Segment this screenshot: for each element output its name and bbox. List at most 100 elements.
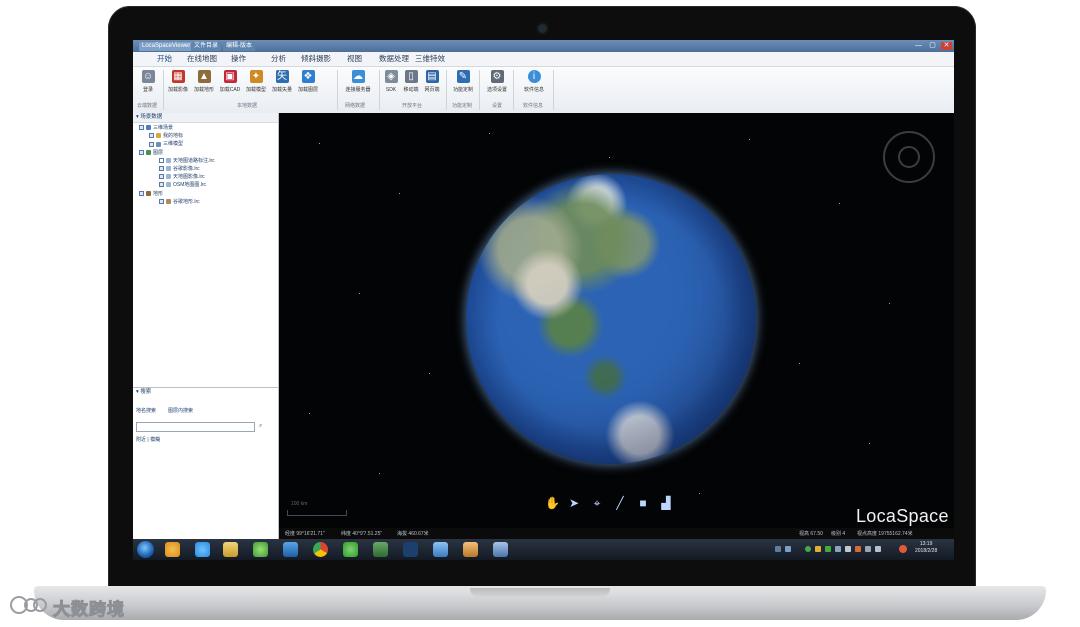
login-button[interactable]: ☺ 登录 xyxy=(136,70,160,94)
tab-layer-search[interactable]: 图层内搜索 xyxy=(168,407,193,414)
customize-label: 功能定制 xyxy=(452,87,473,93)
mobile-button[interactable]: ▯ 移动端 xyxy=(401,70,421,94)
search-input[interactable] xyxy=(136,422,255,432)
software-info-button[interactable]: i 软件信息 xyxy=(522,70,546,94)
navigation-compass-icon[interactable] xyxy=(883,131,935,183)
app-launcher-icon[interactable] xyxy=(165,542,180,557)
taskbar-clock[interactable]: 13:19 2018/2/28 xyxy=(915,541,937,555)
login-label: 登录 xyxy=(142,87,153,93)
vector-icon: 矢 xyxy=(275,70,289,83)
web-button[interactable]: ▤ 网页端 xyxy=(422,70,442,94)
tree-item[interactable]: 我的地标 xyxy=(133,132,278,140)
close-button[interactable]: ✕ xyxy=(941,42,952,50)
placemark-icon[interactable]: ⌖ xyxy=(590,496,604,510)
window-tab[interactable]: 文件目录 xyxy=(191,42,222,51)
menu-analysis[interactable]: 分析 xyxy=(271,54,286,64)
mobile-label: 移动端 xyxy=(403,87,419,93)
tree-item[interactable]: 图层 xyxy=(133,149,278,157)
tree-item[interactable]: 地形 xyxy=(133,190,278,198)
checkbox[interactable] xyxy=(139,149,144,155)
load-model-button[interactable]: ✦ 加载模型 xyxy=(244,70,268,94)
tab-place-search[interactable]: 地名搜索 xyxy=(136,407,156,414)
paint-icon[interactable] xyxy=(463,542,478,557)
settings-app-icon[interactable] xyxy=(493,542,508,557)
checkbox[interactable] xyxy=(159,198,164,204)
polygon-icon[interactable]: ■ xyxy=(636,496,650,510)
maximize-button[interactable]: ▢ xyxy=(927,42,938,50)
panel-title: ▾ 场景数据 xyxy=(133,113,278,123)
globe-viewport[interactable]: ✋ ➤ ⌖ ╱ ■ ▟ 100 km LocaSpace xyxy=(279,113,954,539)
tray-icon[interactable] xyxy=(785,546,791,552)
checkbox[interactable] xyxy=(149,133,154,139)
tray-icon[interactable] xyxy=(825,546,831,552)
tray-icon[interactable] xyxy=(775,546,781,552)
tray-icon[interactable] xyxy=(855,546,861,552)
image-viewer-icon[interactable] xyxy=(433,542,448,557)
checkbox[interactable] xyxy=(159,166,164,172)
terrain-file-icon xyxy=(166,198,171,204)
checkbox[interactable] xyxy=(149,141,154,147)
connect-server-button[interactable]: ☁ 连接服务器 xyxy=(343,70,373,94)
360-security-icon[interactable] xyxy=(253,542,268,557)
menu-oblique[interactable]: 倾斜摄影 xyxy=(301,54,331,64)
checkbox[interactable] xyxy=(159,157,164,163)
menu-operate[interactable]: 操作 xyxy=(231,54,246,64)
pointer-icon[interactable]: ➤ xyxy=(567,496,581,510)
minimize-button[interactable]: — xyxy=(913,42,924,50)
tree-item[interactable]: 天地图影像.lrc xyxy=(133,173,278,181)
load-imagery-button[interactable]: ▦ 加载影像 xyxy=(166,70,190,94)
customize-button[interactable]: ✎ 功能定制 xyxy=(451,70,475,94)
placemark-folder-icon xyxy=(156,133,161,139)
menu-start[interactable]: 开始 xyxy=(157,54,172,64)
window-tab[interactable]: LocaSpaceViewer xyxy=(139,42,194,51)
tray-icon[interactable] xyxy=(835,546,841,552)
checkbox[interactable] xyxy=(139,125,144,131)
tree-item[interactable]: 谷歌地形.lrc xyxy=(133,198,278,206)
load-vector-button[interactable]: 矢 加载矢量 xyxy=(270,70,294,94)
scene-data-panel: ▾ 场景数据 三维场景 我的地标 三维模型 图层 天地图道路标注.lrc 谷歌影… xyxy=(133,113,279,539)
map-app-icon[interactable] xyxy=(373,542,388,557)
notification-icon[interactable] xyxy=(899,545,907,553)
load-terrain-button[interactable]: ▲ 加载地形 xyxy=(192,70,216,94)
tray-icon[interactable] xyxy=(845,546,851,552)
laptop-notch xyxy=(470,588,610,598)
windows-start-icon[interactable] xyxy=(137,541,154,558)
menu-online-map[interactable]: 在线地图 xyxy=(187,54,217,64)
checkbox[interactable] xyxy=(139,190,144,196)
options-button[interactable]: ⚙ 选项设置 xyxy=(485,70,509,94)
search-icon[interactable]: ⌕ xyxy=(259,423,266,430)
ie-browser-icon[interactable] xyxy=(195,542,210,557)
window-tab[interactable]: 编辑-版本 xyxy=(223,42,255,51)
ribbon-toolbar: ☺ 登录 ▦ 加载影像 ▲ 加载地形 ▣ 加载CAD ✦ 加载模型 矢 加载矢量… xyxy=(133,67,954,114)
wechat-icon[interactable] xyxy=(343,542,358,557)
checkbox[interactable] xyxy=(159,182,164,188)
tree-item[interactable]: 三维模型 xyxy=(133,140,278,148)
tree-item[interactable]: 天地图道路标注.lrc xyxy=(133,157,278,165)
sdk-button[interactable]: ◈ SDK xyxy=(382,70,400,94)
line-icon[interactable]: ╱ xyxy=(613,496,627,510)
menu-data-processing[interactable]: 数据处理 xyxy=(379,54,409,64)
chrome-icon[interactable] xyxy=(313,542,328,557)
chart-icon[interactable]: ▟ xyxy=(659,496,673,510)
earth-globe[interactable] xyxy=(466,174,756,464)
tree-item[interactable]: 三维场景 xyxy=(133,124,278,132)
search-mode[interactable]: 附近 | 模糊 xyxy=(136,436,160,443)
explorer-folder-icon[interactable] xyxy=(223,542,238,557)
load-layer-button[interactable]: ❖ 加载图层 xyxy=(296,70,320,94)
menu-3d-effects[interactable]: 三维特效 xyxy=(415,54,445,64)
tree-item[interactable]: OSM地图图.lrc xyxy=(133,181,278,189)
navigation-center[interactable] xyxy=(898,146,920,168)
tray-icon[interactable] xyxy=(865,546,871,552)
load-cad-label: 加载CAD xyxy=(219,87,241,93)
search-panel-title-text: 搜索 xyxy=(140,389,152,395)
tray-icon[interactable] xyxy=(805,546,811,552)
photoshop-icon[interactable] xyxy=(403,542,418,557)
volume-icon[interactable] xyxy=(875,546,881,552)
tree-item[interactable]: 谷歌影像.lrc xyxy=(133,165,278,173)
locaspace-app-icon[interactable] xyxy=(283,542,298,557)
hand-icon[interactable]: ✋ xyxy=(545,496,560,510)
tray-icon[interactable] xyxy=(815,546,821,552)
menu-view[interactable]: 视图 xyxy=(347,54,362,64)
checkbox[interactable] xyxy=(159,174,164,180)
load-cad-button[interactable]: ▣ 加载CAD xyxy=(218,70,242,94)
